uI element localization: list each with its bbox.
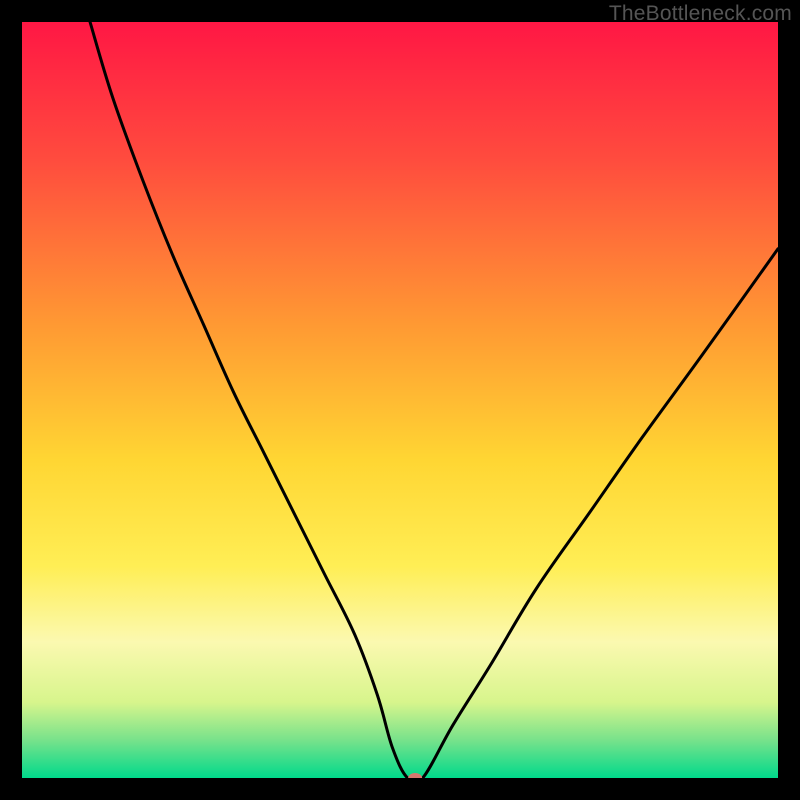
gradient-background [22,22,778,778]
chart-frame: TheBottleneck.com [0,0,800,800]
watermark-text: TheBottleneck.com [609,2,792,26]
chart-svg [22,22,778,778]
plot-area [22,22,778,778]
